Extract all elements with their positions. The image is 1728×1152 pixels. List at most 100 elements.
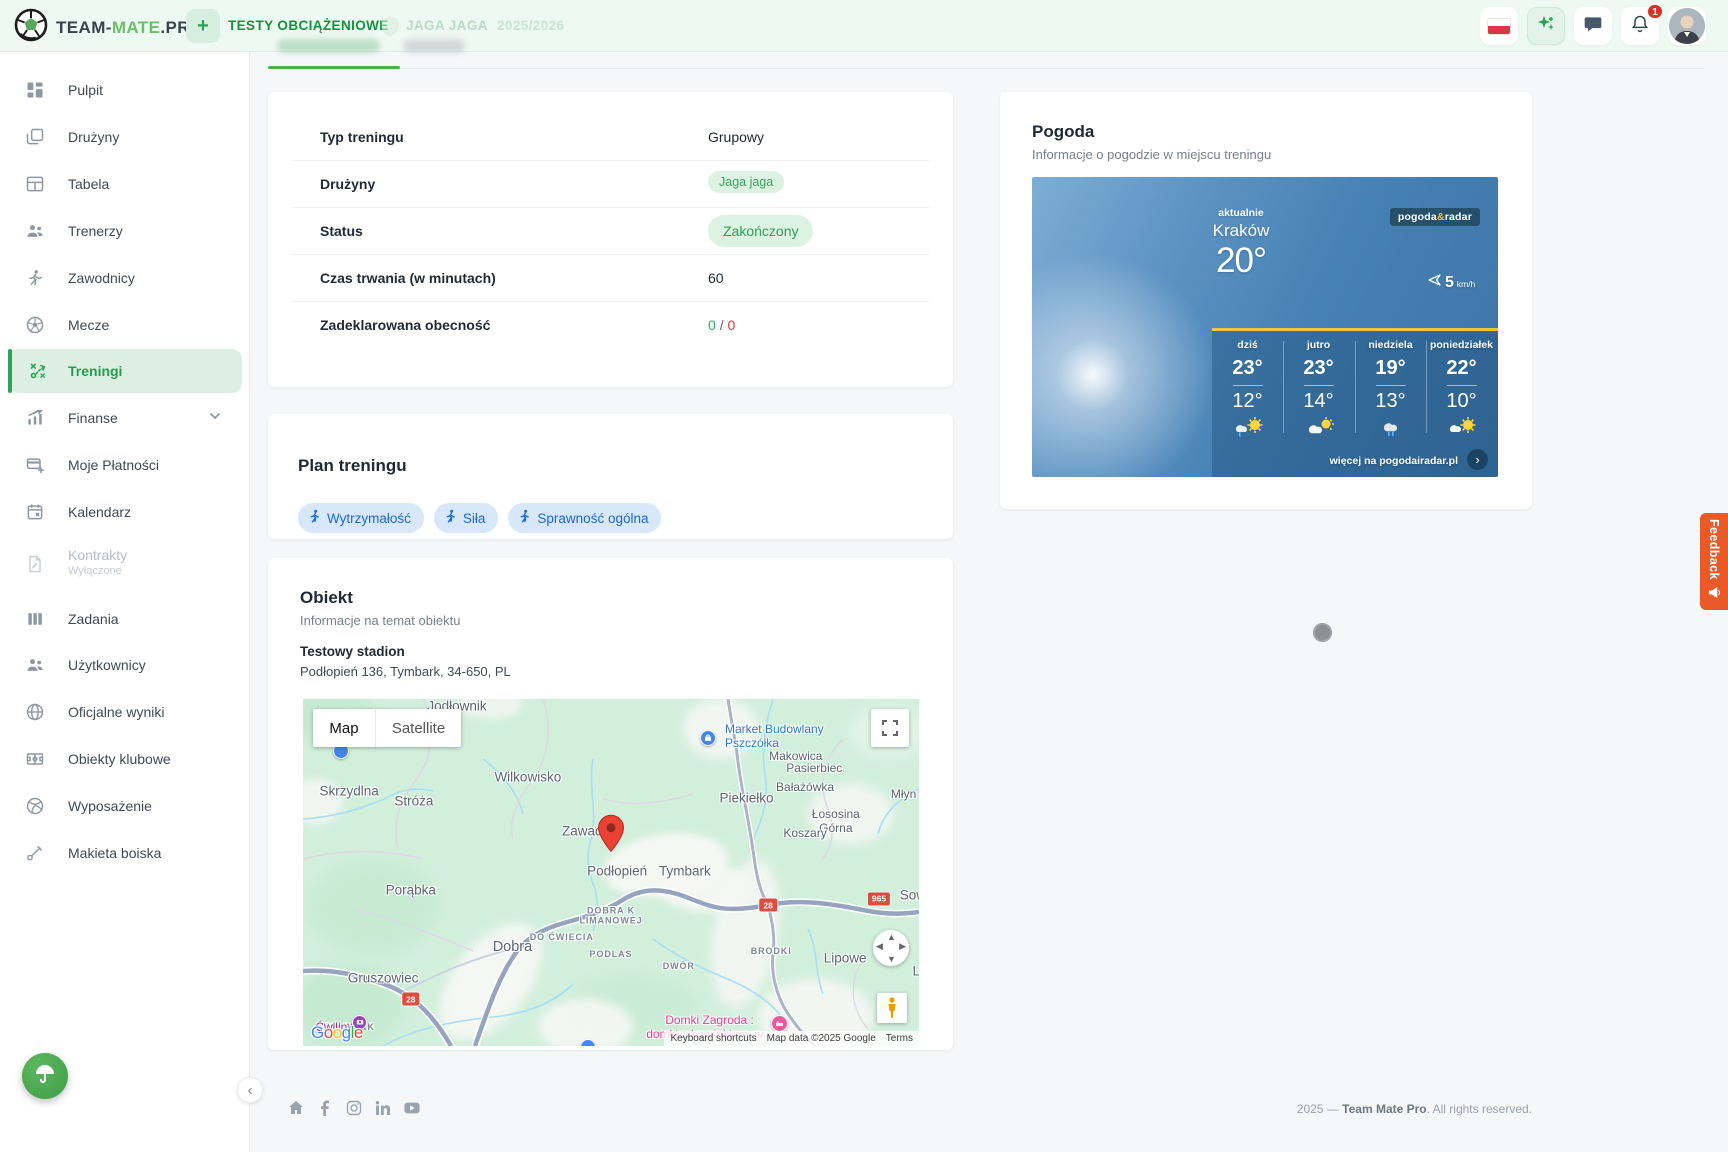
feedback-tab[interactable]: Feedback	[1700, 513, 1728, 610]
language-flag-button[interactable]	[1480, 7, 1518, 45]
sidebar-item-finanse[interactable]: Finanse	[0, 396, 250, 440]
map-label: Podłopień	[587, 863, 647, 878]
satellite-button[interactable]: Satellite	[375, 709, 461, 747]
sidebar-item-label: Tabela	[68, 176, 109, 192]
forecast-day-col: niedziela19°13°	[1355, 331, 1426, 442]
sidebar-item-kalendarz[interactable]: Kalendarz	[0, 490, 250, 534]
sidebar-item-label: Obiekty klubowe	[68, 751, 171, 767]
sidebar-item-trenerzy[interactable]: Trenerzy	[0, 209, 250, 253]
plan-tag-label: Sprawność ogólna	[537, 511, 648, 526]
support-widget-button[interactable]	[22, 1053, 68, 1099]
map-label: DOBRA K LIMANOWEJ	[575, 906, 647, 927]
sidebar-item-pulpit[interactable]: Pulpit	[0, 68, 250, 112]
sidebar-item-kontrakty[interactable]: Kontrakty Wyłączone	[0, 539, 250, 589]
plan-tag-sprawnosc[interactable]: Sprawność ogólna	[508, 503, 661, 533]
runner-icon	[308, 509, 321, 527]
sidebar-collapse-button[interactable]: ‹	[237, 1077, 263, 1103]
map-button[interactable]: Map	[313, 709, 375, 747]
sidebar-item-mecze[interactable]: Mecze	[0, 303, 250, 347]
sidebar-item-obiekty-klubowe[interactable]: Obiekty klubowe	[0, 737, 250, 781]
poi-market-label[interactable]: Market BudowlanyPszczółka	[725, 722, 824, 751]
sidebar-item-tabela[interactable]: Tabela	[0, 162, 250, 206]
map-label: Gruszowiec	[348, 971, 419, 986]
detail-label: Typ treningu	[320, 129, 404, 145]
soccer-ball-logo-icon	[14, 8, 48, 47]
detail-row-status: Status Zakończony	[292, 208, 929, 255]
scrolled-tab-ghost	[403, 39, 465, 53]
google-map[interactable]: Jodłownik Makowica Pasierbiec Wilkowisko…	[303, 699, 919, 1046]
youtube-icon[interactable]	[404, 1100, 420, 1116]
sidebar-item-uzytkownicy[interactable]: Użytkownicy	[0, 643, 250, 687]
facilities-icon	[25, 749, 45, 769]
sidebar-item-label: Moje Płatności	[68, 457, 159, 473]
keyboard-shortcuts-link[interactable]: Keyboard shortcuts	[670, 1033, 756, 1044]
detail-row-czas: Czas trwania (w minutach) 60	[292, 255, 929, 302]
add-button[interactable]: +	[186, 9, 220, 43]
map-label: Dobra	[493, 939, 533, 955]
chat-bubble-icon	[1583, 14, 1603, 39]
team-shield-icon	[381, 16, 399, 41]
cloud-sun-icon	[1426, 415, 1497, 442]
home-icon[interactable]	[288, 1100, 304, 1116]
club-name[interactable]: TESTY OBCIĄŻENIOWE	[228, 18, 389, 33]
profile-button[interactable]	[1668, 7, 1706, 45]
app-logo[interactable]: TEAM-MATE.PRO	[14, 8, 204, 47]
map-label: BRODKI	[751, 946, 792, 956]
plan-tag-label: Wytrzymałość	[327, 511, 411, 526]
google-logo[interactable]: Google	[311, 1023, 363, 1043]
team-name[interactable]: JAGA JAGA	[406, 18, 488, 33]
sidebar-item-treningi[interactable]: Treningi	[8, 349, 242, 393]
notifications-button[interactable]: 1	[1621, 7, 1659, 45]
weather-widget[interactable]: aktualnie Kraków 20° pogoda&radar 5 km/h…	[1032, 177, 1498, 477]
lodging-poi-icon[interactable]	[771, 1015, 788, 1032]
sidebar-item-label: Zadania	[68, 611, 119, 627]
pan-control[interactable]: ▲▼◀▶	[873, 930, 909, 966]
footer-social-links	[288, 1100, 420, 1116]
sidebar-item-moje-platnosci[interactable]: Moje Płatności	[0, 443, 250, 487]
map-label: Tymbark	[659, 863, 711, 878]
map-label: Skrzydlna	[320, 783, 379, 798]
instagram-icon[interactable]	[346, 1100, 362, 1116]
detail-label: Drużyny	[320, 176, 375, 192]
gray-dot-widget[interactable]	[1313, 623, 1332, 642]
terms-link[interactable]: Terms	[886, 1033, 913, 1044]
sidebar-item-oficjalne-wyniki[interactable]: Oficjalne wyniki	[0, 690, 250, 734]
plan-tag-wytrzymalosc[interactable]: Wytrzymałość	[298, 503, 424, 533]
plan-tag-sila[interactable]: Siła	[434, 503, 499, 533]
sidebar-item-zadania[interactable]: Zadania	[0, 597, 250, 641]
weather-more-arrow-button[interactable]: ›	[1467, 449, 1488, 470]
sidebar-item-wyposazenie[interactable]: Wyposażenie	[0, 784, 250, 828]
map-destination-pin[interactable]	[598, 815, 625, 858]
sidebar-item-label: Mecze	[68, 317, 109, 333]
pegman-control[interactable]	[877, 993, 907, 1023]
table-icon	[25, 174, 45, 194]
team-badge[interactable]: Jaga jaga	[708, 171, 784, 193]
map-attribution: Keyboard shortcuts Map data ©2025 Google…	[664, 1031, 919, 1046]
poland-flag-icon	[1487, 18, 1511, 35]
map-data-label: Map data ©2025 Google	[767, 1033, 876, 1044]
sidebar-item-makieta-boiska[interactable]: Makieta boiska	[0, 831, 250, 875]
road-shield: 965	[868, 892, 890, 905]
facebook-icon[interactable]	[317, 1100, 333, 1116]
top-header: TEAM-MATE.PRO + TESTY OBCIĄŻENIOWE JAGA …	[0, 0, 1728, 52]
linkedin-icon[interactable]	[375, 1100, 391, 1116]
sidebar-item-zawodnicy[interactable]: Zawodnicy	[0, 256, 250, 300]
ai-assistant-button[interactable]	[1527, 7, 1565, 45]
sidebar-item-label: Trenerzy	[68, 223, 123, 239]
weather-more-link[interactable]: więcej na pogodairadar.pl	[1330, 455, 1458, 467]
coaches-icon	[25, 221, 45, 241]
forecast-day-col: dziś23°12°	[1212, 331, 1283, 442]
training-plan-card: Plan treningu Wytrzymałość Siła Sprawnoś…	[268, 414, 953, 539]
forecast-day-col: poniedziałek22°10°	[1426, 331, 1497, 442]
sidebar-item-druzyny[interactable]: Drużyny	[0, 115, 250, 159]
sidebar-item-label: Kalendarz	[68, 504, 131, 520]
map-label: Lipowe	[824, 950, 867, 965]
facility-title: Obiekt	[300, 588, 353, 608]
equipment-icon	[25, 796, 45, 816]
chat-button[interactable]	[1574, 7, 1612, 45]
sidebar-item-label: Treningi	[68, 363, 122, 379]
weather-temp: 20°	[1216, 241, 1266, 281]
road-shield: 28	[759, 899, 776, 912]
fullscreen-button[interactable]	[871, 709, 909, 747]
map-label: Porąbka	[386, 882, 436, 897]
